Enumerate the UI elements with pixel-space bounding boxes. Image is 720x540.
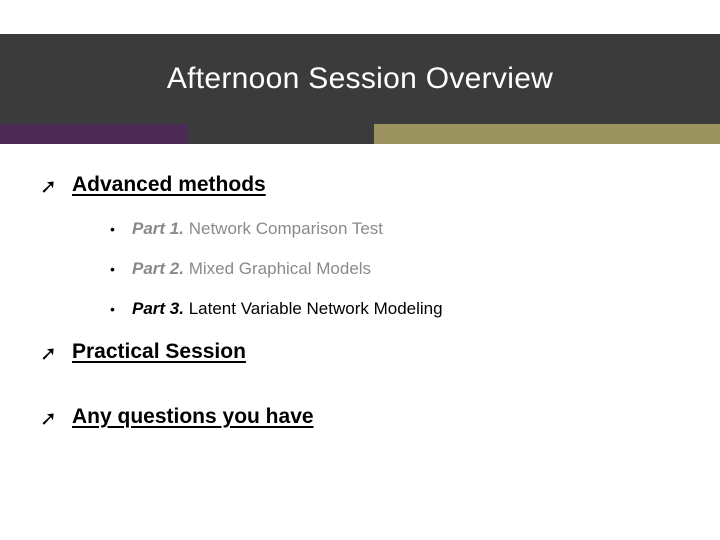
top-spacer [0, 0, 720, 34]
section-label: Any questions you have [72, 405, 314, 429]
arrow-icon: ➚ [40, 341, 58, 366]
part-lead: Part 3. [132, 299, 184, 318]
title-band: Afternoon Session Overview [0, 34, 720, 124]
bullet-icon: • [110, 302, 118, 316]
accent-stripe [0, 124, 720, 144]
parts-list: • Part 1. Network Comparison Test • Part… [40, 209, 680, 319]
accent-purple [0, 124, 187, 144]
section-practical-session: ➚ Practical Session [40, 339, 680, 364]
list-item: • Part 3. Latent Variable Network Modeli… [110, 299, 680, 319]
part-rest: Latent Variable Network Modeling [184, 299, 443, 318]
part-rest: Mixed Graphical Models [184, 259, 371, 278]
slide-title: Afternoon Session Overview [167, 62, 553, 96]
slide-content: ➚ Advanced methods • Part 1. Network Com… [0, 144, 720, 429]
arrow-icon: ➚ [40, 174, 58, 199]
spacer [40, 376, 680, 404]
part-lead: Part 2. [132, 259, 184, 278]
section-label: Practical Session [72, 340, 246, 364]
bullet-icon: • [110, 222, 118, 236]
accent-olive [374, 124, 720, 144]
bullet-icon: • [110, 262, 118, 276]
section-label: Advanced methods [72, 173, 266, 197]
part-lead: Part 1. [132, 219, 184, 238]
accent-dark [187, 124, 374, 144]
part-rest: Network Comparison Test [184, 219, 383, 238]
section-any-questions: ➚ Any questions you have [40, 404, 680, 429]
list-item: • Part 2. Mixed Graphical Models [110, 259, 680, 279]
list-item: • Part 1. Network Comparison Test [110, 219, 680, 239]
arrow-icon: ➚ [40, 406, 58, 431]
section-advanced-methods: ➚ Advanced methods [40, 172, 680, 197]
